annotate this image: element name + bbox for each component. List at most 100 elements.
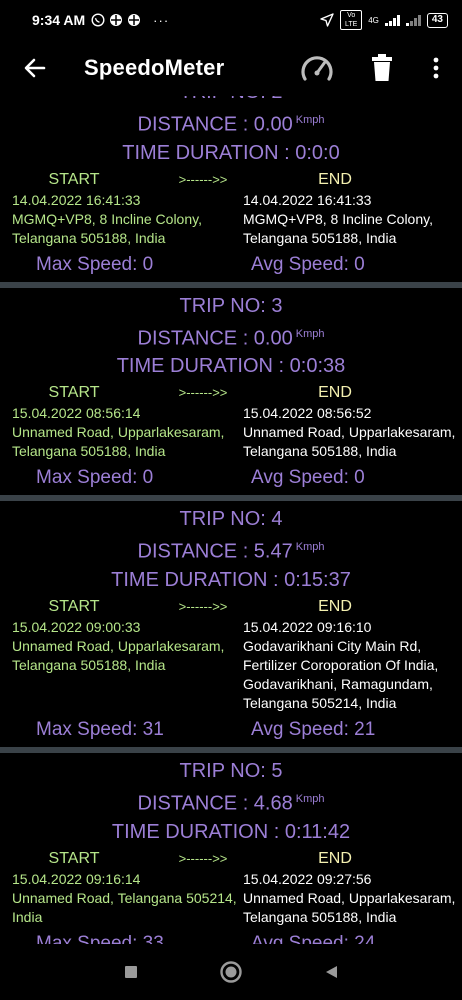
end-time: 15.04.2022 09:16:10	[243, 618, 372, 635]
status-time: 9:34 AM	[32, 12, 86, 28]
trip-details: 15.04.2022 09:00:33 Unnamed Road, Upparl…	[0, 618, 462, 713]
end-address: Godavarikhani City Main Rd, Fertilizer C…	[243, 637, 439, 711]
trip-duration: TIME DURATION : 0:15:37	[111, 568, 351, 591]
trip-duration: TIME DURATION : 0:11:42	[111, 820, 351, 843]
end-details: 15.04.2022 08:56:52 Unnamed Road, Upparl…	[243, 404, 462, 461]
notification-icons: ···	[91, 13, 169, 28]
start-end-labels: START >------>> END	[0, 169, 462, 191]
avg-speed: Avg Speed: 24	[251, 932, 376, 944]
start-details: 15.04.2022 08:56:14 Unnamed Road, Upparl…	[12, 404, 243, 461]
end-details: 14.04.2022 16:41:33 MGMQ+VP8, 8 Incline …	[243, 191, 462, 248]
speedometer-icon	[301, 56, 333, 81]
signal-icon	[384, 14, 400, 26]
avg-speed: Avg Speed: 0	[251, 467, 365, 489]
distance-unit: Kmph	[295, 792, 325, 805]
end-address: Unnamed Road, Upparlakesaram, Telangana …	[243, 424, 456, 460]
system-icons: Vo LTE 4G 43	[320, 10, 448, 30]
arrow-label: >------>>	[178, 171, 228, 187]
trip-card[interactable]: TRIP NO: 5 DISTANCE : 4.68 Kmph TIME DURA…	[0, 752, 462, 944]
arrow-label: >------>>	[178, 385, 228, 401]
start-details: 14.04.2022 16:41:33 MGMQ+VP8, 8 Incline …	[12, 191, 243, 248]
distance-unit: Kmph	[295, 541, 325, 554]
distance-value: DISTANCE : 4.68	[137, 792, 293, 815]
trash-icon	[372, 54, 392, 81]
start-details: 15.04.2022 09:00:33 Unnamed Road, Upparl…	[12, 618, 243, 713]
arrow-label: >------>>	[178, 850, 228, 866]
overflow-menu-button[interactable]	[426, 50, 446, 86]
delete-button[interactable]	[368, 50, 396, 86]
recents-button-icon[interactable]	[123, 964, 139, 980]
back-nav-button-icon[interactable]	[323, 964, 339, 980]
trip-distance: DISTANCE : 5.47 Kmph	[0, 533, 462, 566]
trip-duration: TIME DURATION : 0:0:0	[122, 141, 340, 164]
end-label: END	[318, 170, 352, 188]
avg-speed: Avg Speed: 21	[251, 718, 376, 740]
trip-details: 14.04.2022 16:41:33 MGMQ+VP8, 8 Incline …	[0, 191, 462, 248]
distance-unit: Kmph	[295, 114, 325, 126]
end-time: 14.04.2022 16:41:33	[243, 191, 372, 208]
start-address: Unnamed Road, Telangana 505214, India	[12, 889, 237, 925]
trip-details: 15.04.2022 09:16:14 Unnamed Road, Telang…	[0, 870, 462, 927]
end-label: END	[318, 849, 352, 867]
trip-speeds: Max Speed: 0 Avg Speed: 0	[0, 252, 462, 282]
start-end-labels: START >------>> END	[0, 382, 462, 404]
start-address: Unnamed Road, Upparlakesaram, Telangana …	[12, 637, 225, 673]
max-speed: Max Speed: 33	[36, 932, 164, 944]
battery-icon: 43	[426, 12, 448, 28]
start-end-labels: START >------>> END	[0, 848, 462, 870]
trip-number: TRIP NO: 4	[179, 508, 283, 531]
trip-speeds: Max Speed: 31 Avg Speed: 21	[0, 717, 462, 747]
trip-card[interactable]: TRIP NO: 2 DISTANCE : 0.00Kmph TIME DURA…	[0, 96, 462, 282]
trip-list[interactable]: TRIP NO: 2 DISTANCE : 0.00Kmph TIME DURA…	[0, 96, 462, 944]
trip-number: TRIP NO: 3	[179, 294, 283, 317]
end-time: 15.04.2022 09:27:56	[243, 870, 372, 887]
end-details: 15.04.2022 09:16:10 Godavarikhani City M…	[243, 618, 462, 713]
trip-speeds: Max Speed: 0 Avg Speed: 0	[0, 465, 462, 495]
distance-value: DISTANCE : 0.00	[137, 113, 293, 136]
max-speed: Max Speed: 31	[36, 718, 164, 740]
more-vert-icon	[433, 57, 439, 79]
location-arrow-icon	[320, 13, 334, 27]
end-details: 15.04.2022 09:27:56 Unnamed Road, Upparl…	[243, 870, 462, 927]
start-time: 14.04.2022 16:41:33	[12, 191, 141, 208]
distance-unit: Kmph	[295, 327, 325, 340]
trip-card[interactable]: TRIP NO: 3 DISTANCE : 0.00 Kmph TIME DURA…	[0, 287, 462, 496]
start-label: START	[48, 170, 100, 188]
back-arrow-icon	[24, 58, 46, 78]
end-address: MGMQ+VP8, 8 Incline Colony, Telangana 50…	[243, 210, 433, 246]
trip-card[interactable]: TRIP NO: 4 DISTANCE : 5.47 Kmph TIME DURA…	[0, 501, 462, 747]
trip-list-content: TRIP NO: 2 DISTANCE : 0.00Kmph TIME DURA…	[0, 96, 462, 944]
home-button-icon[interactable]	[219, 960, 243, 984]
trip-distance: DISTANCE : 4.68 Kmph	[0, 785, 462, 818]
back-button[interactable]	[18, 51, 52, 85]
volte-icon: Vo LTE	[340, 10, 363, 30]
distance-value: DISTANCE : 5.47	[137, 540, 293, 563]
end-label: END	[318, 384, 352, 402]
max-speed: Max Speed: 0	[36, 467, 154, 489]
start-label: START	[48, 849, 100, 867]
start-end-labels: START >------>> END	[0, 596, 462, 618]
trip-distance: DISTANCE : 0.00 Kmph	[0, 320, 462, 353]
end-label: END	[318, 597, 352, 615]
start-label: START	[48, 597, 100, 615]
whatsapp-icon	[91, 13, 105, 27]
trip-distance: DISTANCE : 0.00 Kmph	[0, 106, 462, 139]
network-type: 4G	[368, 15, 379, 25]
start-time: 15.04.2022 09:16:14	[12, 870, 141, 887]
trip-number: TRIP NO: 2	[0, 96, 462, 106]
more-notifications-icon: ···	[153, 12, 170, 28]
signal-icon-2	[405, 14, 421, 26]
max-speed: Max Speed: 0	[36, 253, 154, 275]
speedometer-button[interactable]	[298, 50, 336, 86]
app-grid-icon-2	[128, 14, 141, 26]
start-time: 15.04.2022 08:56:14	[12, 405, 141, 422]
arrow-label: >------>>	[178, 598, 228, 614]
trip-number: TRIP NO: 5	[179, 759, 283, 782]
start-label: START	[48, 384, 100, 402]
trip-speeds: Max Speed: 33 Avg Speed: 24	[0, 931, 462, 944]
start-details: 15.04.2022 09:16:14 Unnamed Road, Telang…	[12, 870, 243, 927]
start-address: MGMQ+VP8, 8 Incline Colony, Telangana 50…	[12, 210, 202, 246]
system-nav-bar	[0, 944, 462, 1000]
status-bar: 9:34 AM ··· Vo LTE 4G 43	[0, 0, 462, 40]
app-toolbar: SpeedoMeter	[0, 40, 462, 96]
